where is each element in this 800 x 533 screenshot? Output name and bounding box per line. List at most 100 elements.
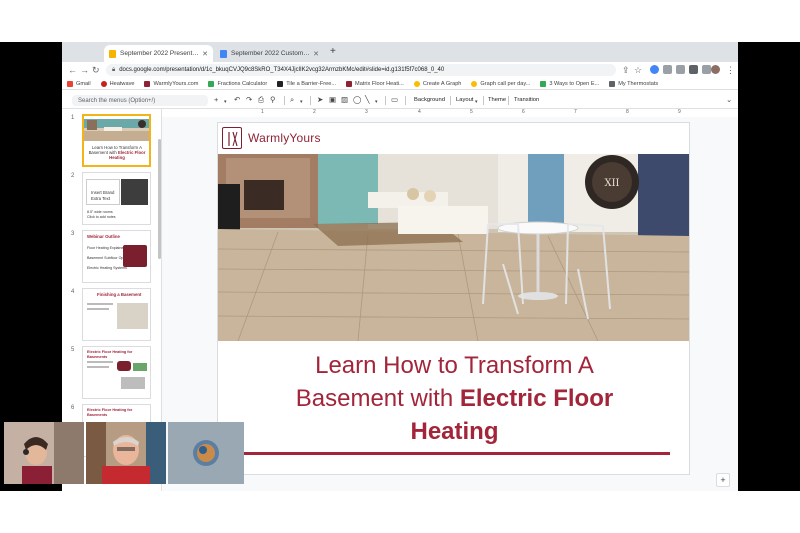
- image-icon[interactable]: ▨: [341, 95, 348, 105]
- thumbnail-title: Learn How to Transform A Basement with E…: [86, 145, 148, 160]
- bookmark-label: Create A Graph: [422, 80, 462, 87]
- chevron-down-icon[interactable]: ▾: [300, 97, 303, 107]
- participant-video: [4, 422, 84, 484]
- paint-format-icon[interactable]: ⚲: [270, 95, 276, 105]
- extension-icon[interactable]: [663, 65, 672, 74]
- slide-thumbnail-3[interactable]: Webinar Outline Floor Heating Explained …: [82, 230, 151, 283]
- ruler-number: 5: [470, 109, 473, 115]
- bookmark-graph-calls[interactable]: Graph call per day...: [471, 80, 530, 87]
- tab-label: September 2022 Presentation: [120, 50, 200, 57]
- star-icon[interactable]: ☆: [634, 65, 642, 75]
- transition-button[interactable]: Transition: [514, 96, 539, 104]
- avatar[interactable]: [711, 65, 720, 74]
- slide-thumbnail-4[interactable]: Finishing a Basement: [82, 288, 151, 341]
- matrix-icon: [346, 80, 353, 87]
- ruler-number: 3: [365, 109, 368, 115]
- current-slide[interactable]: WarmlyYours XII Learn How to Transform A…: [217, 122, 690, 475]
- thumbnail-line: [87, 361, 113, 363]
- bookmark-3-ways[interactable]: 3 Ways to Open E...: [540, 80, 599, 87]
- tab-presentation[interactable]: September 2022 Presentation ✕: [104, 45, 213, 62]
- title-line-2-bold: Electric Floor: [459, 385, 614, 412]
- ruler-number: 8: [626, 109, 629, 115]
- slide-thumbnail-5[interactable]: Electric Floor Heating for Basements: [82, 346, 151, 399]
- bookmark-matrix[interactable]: Matrix Floor Heati...: [346, 80, 404, 87]
- share-icon[interactable]: ⇪: [622, 65, 630, 75]
- close-icon[interactable]: ✕: [313, 50, 319, 58]
- thumbnail-photo: [84, 119, 149, 141]
- sidebar-icon[interactable]: [702, 65, 711, 74]
- slide-thumbnail-1[interactable]: Learn How to Transform A Basement with E…: [82, 114, 151, 167]
- line-icon[interactable]: ╲: [365, 95, 370, 105]
- bookmark-thermostats[interactable]: My Thermostats: [609, 80, 658, 87]
- puzzle-icon[interactable]: [689, 65, 698, 74]
- collapse-toolbar-icon[interactable]: ⌄: [726, 95, 732, 105]
- print-icon[interactable]: ⎙: [258, 95, 264, 105]
- lock-icon: 🔒︎: [112, 66, 116, 73]
- url-field[interactable]: 🔒︎ docs.google.com/presentation/d/1c_bku…: [106, 64, 616, 76]
- video-tile-participant-2: [86, 422, 166, 484]
- thumbnail-product: [121, 377, 145, 389]
- background-button[interactable]: Background: [414, 96, 445, 104]
- forward-icon[interactable]: →: [80, 65, 89, 75]
- url-text: docs.google.com/presentation/d/1c_bkuqCV…: [119, 67, 445, 73]
- toolbar-divider: [310, 96, 311, 105]
- back-icon[interactable]: ←: [68, 65, 77, 75]
- bookmark-heatwave[interactable]: Heatwave: [100, 80, 134, 87]
- layout-button[interactable]: Layout: [456, 96, 473, 104]
- thermostat-icon: [609, 80, 616, 87]
- thumbnail-title: Webinar Outline: [87, 234, 120, 239]
- filmstrip-scrollbar[interactable]: [158, 139, 161, 259]
- theme-button[interactable]: Theme: [488, 96, 506, 104]
- graph-icon: [471, 80, 478, 87]
- thumbnail-text: Electric Heating Systems: [87, 266, 127, 270]
- bookmark-gmail[interactable]: Gmail: [67, 80, 91, 87]
- new-tab-button[interactable]: +: [330, 46, 336, 57]
- bookmark-create-graph[interactable]: Create A Graph: [413, 80, 462, 87]
- kebab-menu-icon[interactable]: ⋮: [726, 65, 735, 75]
- tab-strip: September 2022 Presentation ✕ September …: [62, 42, 738, 62]
- toolbar-divider: [450, 96, 451, 105]
- comment-icon[interactable]: ▭: [391, 95, 398, 105]
- toolbar-divider: [405, 96, 406, 105]
- screenshot: September 2022 Presentation ✕ September …: [0, 0, 800, 533]
- bookmark-tile[interactable]: Tile a Barrier-Free...: [277, 80, 336, 87]
- new-slide-icon[interactable]: +: [214, 95, 218, 105]
- ruler-number: 4: [418, 109, 421, 115]
- text-box-icon[interactable]: ▣: [329, 95, 336, 105]
- extension-icon[interactable]: [650, 65, 659, 74]
- chevron-down-icon[interactable]: ▾: [224, 97, 227, 107]
- slide-canvas: WarmlyYours XII Learn How to Transform A…: [162, 117, 738, 491]
- shape-icon[interactable]: ◯: [353, 95, 361, 105]
- gmail-icon: [67, 80, 73, 87]
- close-icon[interactable]: ✕: [202, 50, 208, 58]
- tab-customer[interactable]: September 2022 Customer C... ✕: [215, 45, 324, 62]
- thumbnail-title: Electric Floor Heating for Basements: [87, 408, 133, 417]
- bookmark-label: Fractions Calculator: [217, 80, 268, 87]
- zoom-icon[interactable]: ⌕: [290, 95, 294, 105]
- horizontal-ruler: 1 2 3 4 5 6 7 8 9: [162, 109, 738, 117]
- title-line-2-plain: Basement with: [295, 385, 460, 412]
- warmlyyours-logo-mark: [222, 127, 242, 149]
- slide-number: 3: [71, 231, 75, 237]
- ruler-number: 6: [522, 109, 525, 115]
- redo-icon[interactable]: ↷: [246, 95, 252, 105]
- menu-search-input[interactable]: Search the menus (Option+/): [72, 95, 208, 106]
- bookmark-fractions[interactable]: Fractions Calculator: [208, 80, 268, 87]
- tab-label: September 2022 Customer C...: [231, 50, 310, 57]
- chevron-down-icon[interactable]: ▾: [375, 97, 378, 107]
- slide-number: 5: [71, 347, 75, 353]
- thumbnail-photo: [117, 303, 148, 329]
- reload-icon[interactable]: ↻: [92, 65, 100, 75]
- select-cursor-icon[interactable]: ➤: [317, 95, 323, 105]
- thumbnail-product: [133, 363, 147, 371]
- thumbnail-line: [87, 366, 109, 368]
- slide-thumbnail-2[interactable]: Insert Brand Extra Text 8.5" wide rooms …: [82, 172, 151, 225]
- extension-icon[interactable]: [676, 65, 685, 74]
- chevron-down-icon[interactable]: ▾: [475, 97, 478, 107]
- participant-video: [168, 422, 244, 484]
- svg-text:XII: XII: [604, 178, 619, 189]
- bookmark-warmlyyours[interactable]: WarmlyYours.com: [144, 80, 198, 87]
- toolbar-divider: [508, 96, 509, 105]
- explore-button[interactable]: +: [716, 473, 730, 487]
- undo-icon[interactable]: ↶: [234, 95, 240, 105]
